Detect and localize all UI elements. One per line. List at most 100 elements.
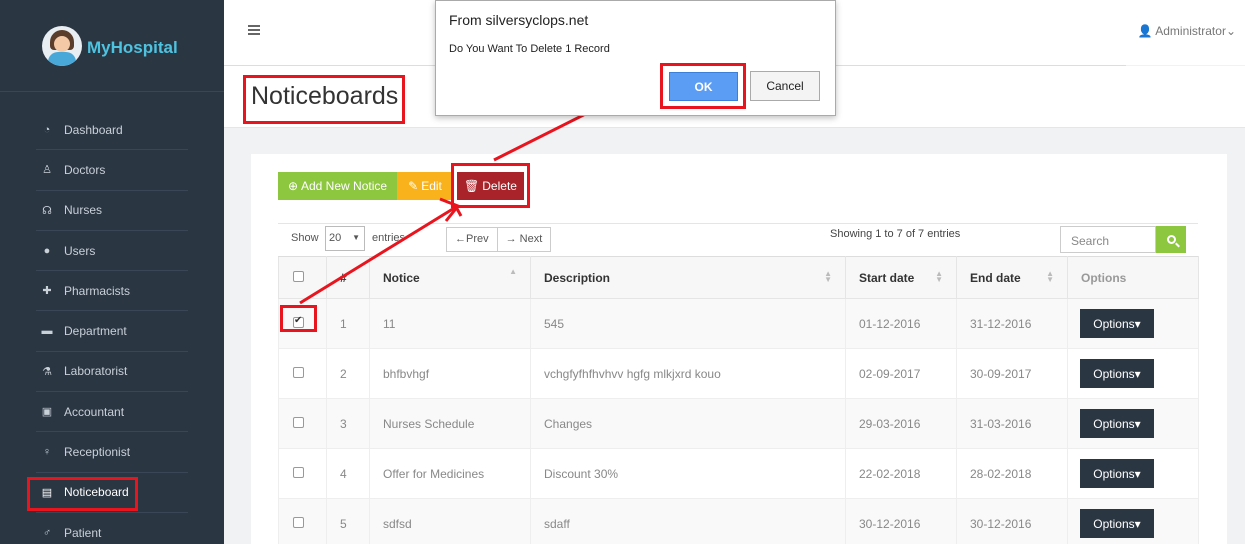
sidebar-item-dashboard[interactable]: ◔ Dashboard [36, 110, 188, 151]
options-button[interactable]: Options ▾ [1080, 359, 1154, 388]
options-label: Options [1093, 366, 1135, 381]
sidebar-item-department[interactable]: ▬ Department [36, 311, 188, 352]
cell-end-date: 30-12-2016 [956, 498, 1068, 544]
select-all-header[interactable] [278, 256, 327, 299]
caret-down-icon: ▾ [1134, 466, 1141, 481]
table-row[interactable]: 4 Offer for Medicines Discount 30% 22-02-20… [278, 448, 1199, 499]
flask-icon: ⚗ [42, 365, 52, 378]
select-all-checkbox[interactable] [293, 270, 304, 282]
row-checkbox[interactable] [293, 466, 304, 478]
cell-description: Changes [530, 398, 846, 449]
cell-number: 3 [326, 398, 370, 449]
caret-down-icon: ▾ [1134, 316, 1141, 331]
brand[interactable]: MyHospital [0, 0, 224, 92]
options-button[interactable]: Options ▾ [1080, 409, 1154, 438]
user-icon: ● [43, 244, 51, 257]
user-menu[interactable]: 👤 Administrator⌄ [1138, 24, 1236, 38]
dashboard-icon: ◔ [43, 123, 51, 136]
cancel-button[interactable]: Cancel [750, 71, 820, 101]
cell-options: Options ▾ [1067, 298, 1199, 349]
user-md-icon: ♙ [42, 164, 52, 177]
plus-square-icon: ✚ [42, 285, 52, 298]
pager: ←Prev → Next [446, 227, 552, 252]
cell-description: vchgfyfhfhvhvv hgfg mlkjxrd kouo [530, 348, 846, 399]
menu-toggle-icon[interactable] [248, 25, 260, 37]
sidebar-item-accountant[interactable]: ▣ Accountant [36, 392, 188, 433]
next-button[interactable]: → Next [496, 228, 551, 251]
search-input[interactable]: Search [1060, 226, 1156, 253]
column-header-options: Options [1067, 256, 1199, 299]
cell-notice: 11 [369, 298, 531, 349]
add-notice-button[interactable]: ⊕ Add New Notice [278, 172, 397, 200]
cell-notice: bhfbvhgf [369, 348, 531, 399]
brand-name: MyHospital [87, 38, 178, 57]
cell-start-date: 29-03-2016 [845, 398, 957, 449]
sidebar-item-label: Department [64, 324, 127, 339]
table-row[interactable]: 2 bhfbvhgf vchgfyfhfhvhvv hgfg mlkjxrd kou… [278, 348, 1199, 399]
sidebar-item-label: Accountant [64, 404, 125, 419]
row-select-cell [278, 348, 327, 399]
sidebar-item-label: Dashboard [64, 122, 123, 137]
table-header: # Notice ▲ Description ▲ ▼ Start date ▲ ▼ End… [278, 256, 1199, 299]
sidebar-item-label: Nurses [64, 203, 103, 218]
sidebar-item-nurses[interactable]: ☊ Nurses [36, 191, 188, 231]
sidebar-item-label: Laboratorist [64, 364, 128, 379]
chevron-down-icon: ⌄ [1225, 24, 1236, 38]
male-icon: ♂ [42, 526, 52, 539]
cell-options: Options ▾ [1067, 448, 1199, 499]
cell-options: Options ▾ [1067, 348, 1199, 399]
cell-notice: sdfsd [369, 498, 531, 544]
sidebar-item-receptionist[interactable]: ♀ Receptionist [36, 432, 188, 473]
caret-down-icon: ▾ [1134, 416, 1141, 431]
cell-start-date: 22-02-2018 [845, 448, 957, 499]
page-size-select[interactable]: 20 ▼ [325, 226, 365, 251]
user-name: Administrator [1155, 24, 1226, 38]
caret-down-icon: ▼ [352, 233, 360, 242]
column-header[interactable]: # [326, 256, 370, 299]
search-button[interactable] [1156, 226, 1186, 253]
entries-label: entries [372, 232, 406, 244]
table-info: Showing 1 to 7 of 7 entries [830, 228, 961, 240]
table-row[interactable]: 11154501-12-201631-12-2016Options ▾ [278, 298, 1199, 349]
options-button[interactable]: Options ▾ [1080, 459, 1154, 488]
sidebar-item-doctors[interactable]: ♙ Doctors [36, 150, 188, 191]
cell-description: Discount 30% [530, 448, 846, 499]
cell-options: Options ▾ [1067, 398, 1199, 449]
highlight-title [243, 75, 405, 124]
sidebar-item-laboratorist[interactable]: ⚗ Laboratorist [36, 352, 188, 393]
row-select-cell [278, 498, 327, 544]
column-header-end-date[interactable]: End date ▲ ▼ [956, 256, 1068, 299]
cell-number: 2 [326, 348, 370, 399]
logo-avatar-icon [42, 26, 82, 66]
row-checkbox[interactable] [293, 516, 304, 528]
row-checkbox[interactable] [293, 416, 304, 428]
sidebar-item-pharmacists[interactable]: ✚ Pharmacists [36, 271, 188, 312]
column-header-description[interactable]: Description ▲ ▼ [530, 256, 846, 299]
cell-description: sdaff [530, 498, 846, 544]
cell-start-date: 01-12-2016 [845, 298, 957, 349]
cell-number: 5 [326, 498, 370, 544]
table-row[interactable]: 5 sdfsd sdaff 30-12-2016 30-12-2016 Options ▾ [278, 498, 1199, 544]
cell-end-date: 30-09-2017 [956, 348, 1068, 399]
edit-button[interactable]: ✎ Edit [397, 172, 453, 200]
cell-options: Options ▾ [1067, 498, 1199, 544]
user-icon: 👤 [1137, 24, 1153, 38]
options-button[interactable]: Options ▾ [1080, 509, 1154, 538]
sidebar-item-patient[interactable]: ♂ Patient [36, 513, 188, 544]
cell-end-date: 31-03-2016 [956, 398, 1068, 449]
cell-notice: Nurses Schedule [369, 398, 531, 449]
column-header-notice[interactable]: Notice ▲ [369, 256, 531, 299]
column-header-start-date[interactable]: Start date ▲ ▼ [845, 256, 957, 299]
sidebar-item-label: Pharmacists [64, 283, 131, 298]
table-row[interactable]: 3 Nurses Schedule Changes 29-03-2016 31-03-2… [278, 398, 1199, 449]
row-checkbox[interactable] [293, 366, 304, 378]
options-button[interactable]: Options ▾ [1080, 309, 1154, 338]
cell-number: 1 [326, 298, 370, 349]
cell-number: 4 [326, 448, 370, 499]
prev-button[interactable]: ←Prev [447, 228, 497, 251]
sidebar-item-label: Receptionist [64, 445, 131, 460]
sidebar: MyHospital ◔ Dashboard ♙ Doctors ☊ Nurses ● Use… [0, 0, 224, 544]
sidebar-item-users[interactable]: ● Users [36, 231, 188, 272]
female-icon: ♀ [42, 446, 52, 459]
sort-icon: ▲ ▼ [824, 269, 832, 284]
